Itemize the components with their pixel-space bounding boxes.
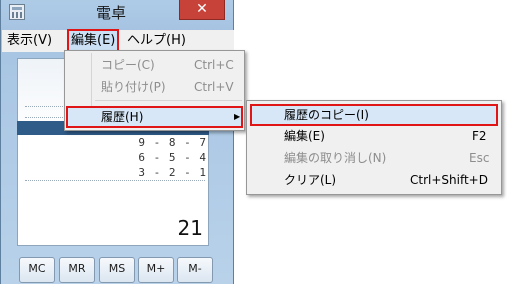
copy-label: コピー(C) xyxy=(101,58,155,72)
m-plus-button[interactable]: M+ xyxy=(138,257,174,283)
clear-shortcut: Ctrl+Shift+D xyxy=(410,173,488,187)
menu-bar: 表示(V) 編集(E) ヘルプ(H) xyxy=(2,29,234,53)
menu-edit[interactable]: 編集(E) xyxy=(66,29,120,53)
copy-history-label: 履歴のコピー(I) xyxy=(284,108,369,122)
copy-shortcut: Ctrl+C xyxy=(194,58,234,72)
edit-shortcut: F2 xyxy=(472,129,487,143)
cancel-edit-shortcut: Esc xyxy=(469,151,490,165)
menu-item-copy-history[interactable]: 履歴のコピー(I) xyxy=(250,104,498,126)
history-row[interactable]: 9 - 8 - 7 xyxy=(121,136,207,149)
mc-button[interactable]: MC xyxy=(19,257,55,283)
menu-separator xyxy=(95,100,242,101)
history-submenu: 履歴のコピー(I) 編集(E) F2 編集の取り消し(N) Esc クリア(L)… xyxy=(246,100,502,195)
menu-view[interactable]: 表示(V) xyxy=(4,30,55,52)
submenu-arrow-icon: ▶ xyxy=(234,112,241,121)
history-row[interactable]: 6 - 5 - 4 xyxy=(121,151,207,164)
m-minus-button[interactable]: M- xyxy=(177,257,213,283)
paste-shortcut: Ctrl+V xyxy=(194,80,234,94)
history-divider xyxy=(25,180,205,181)
clear-label: クリア(L) xyxy=(284,173,337,187)
menu-item-cancel-edit[interactable]: 編集の取り消し(N) Esc xyxy=(250,147,498,169)
menu-item-paste[interactable]: 貼り付け(P) Ctrl+V xyxy=(67,76,242,98)
mr-button[interactable]: MR xyxy=(59,257,95,283)
menu-item-copy[interactable]: コピー(C) Ctrl+C xyxy=(67,54,242,76)
calculator-app-icon xyxy=(9,4,25,20)
menu-item-history[interactable]: 履歴(H) ▶ xyxy=(66,106,243,128)
close-button[interactable]: ✕ xyxy=(179,0,225,20)
edit-menu: コピー(C) Ctrl+C 貼り付け(P) Ctrl+V 履歴(H) ▶ xyxy=(64,50,245,131)
history-label: 履歴(H) xyxy=(101,110,144,124)
window-title: 電卓 xyxy=(96,4,127,22)
paste-label: 貼り付け(P) xyxy=(101,80,166,94)
menu-item-clear[interactable]: クリア(L) Ctrl+Shift+D xyxy=(250,169,498,191)
menu-help[interactable]: ヘルプ(H) xyxy=(124,30,189,52)
history-row[interactable]: 3 - 2 - 1 xyxy=(121,166,207,179)
cancel-edit-label: 編集の取り消し(N) xyxy=(284,151,387,165)
result-value: 21 xyxy=(177,216,203,240)
calculator-window: 電卓 ✕ 表示(V) 編集(E) ヘルプ(H) 9 - 8 - 7 6 - 5 … xyxy=(0,0,234,284)
close-icon: ✕ xyxy=(196,1,208,17)
edit-label: 編集(E) xyxy=(284,129,325,143)
menu-item-edit[interactable]: 編集(E) F2 xyxy=(250,125,498,147)
ms-button[interactable]: MS xyxy=(99,257,135,283)
